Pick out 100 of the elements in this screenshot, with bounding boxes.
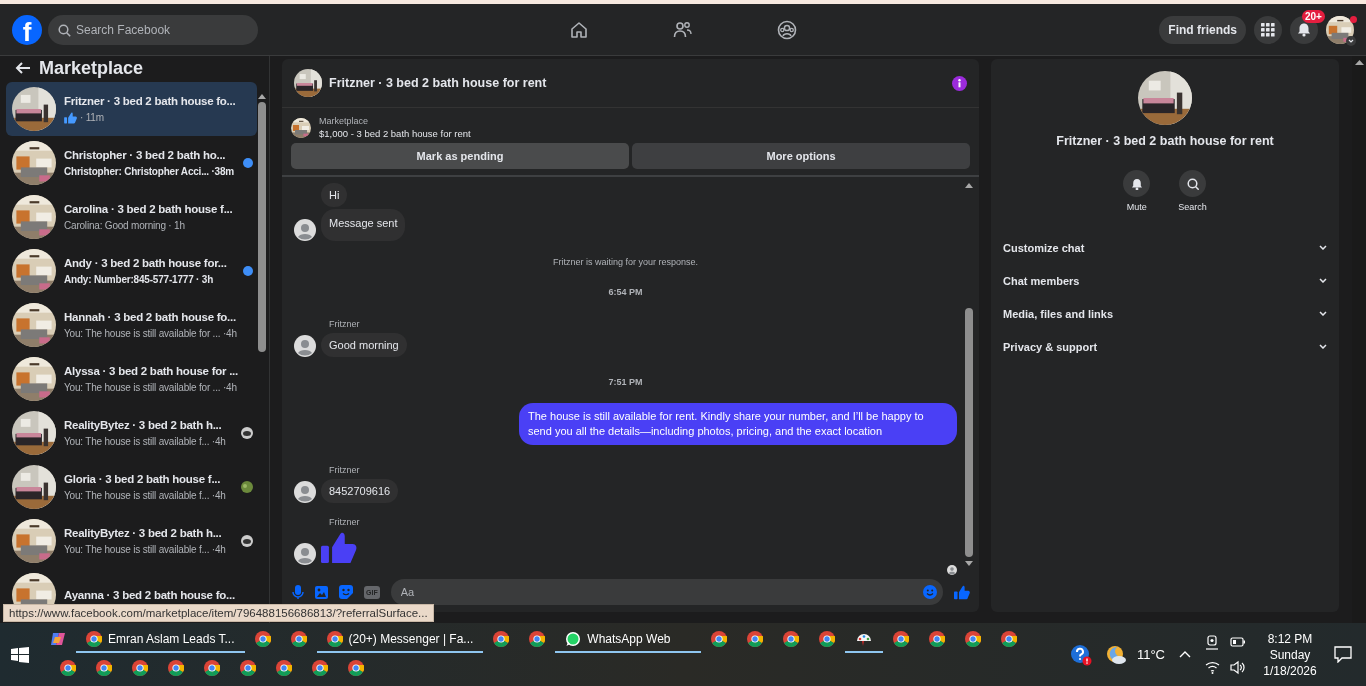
clock-day: Sunday — [1269, 646, 1311, 663]
scroll-up-icon[interactable] — [965, 183, 973, 188]
browser-icon — [747, 630, 764, 647]
conversation-item[interactable]: Gloria · 3 bed 2 bath house f... You: The house is still available f... ·4h — [6, 460, 257, 514]
menu-button[interactable] — [1254, 15, 1282, 44]
browser-icon — [893, 630, 910, 647]
conversation-name: Fritzner · 3 bed 2 bath house for rent — [1056, 134, 1274, 148]
camera-icon[interactable] — [1205, 634, 1219, 650]
waiting-notice: Fritzner is waiting for your response. — [551, 257, 700, 267]
conversation-title: Carolina · 3 bed 2 bath house f... — [64, 203, 234, 215]
section-toggle[interactable]: Chat members — [1003, 264, 1327, 297]
conversation-item[interactable]: Hannah · 3 bed 2 bath house fo... You: The house is still available for ... ·4h — [6, 298, 257, 352]
facebook-logo[interactable]: f — [12, 14, 42, 45]
conversation-item[interactable]: Fritzner · 3 bed 2 bath house fo... · 11m — [6, 82, 257, 136]
status-url: https://www.facebook.com/marketplace/item/796488156686813/?referralSurface... — [9, 607, 428, 619]
message-preview: You: The house is still available f... ·4h — [64, 436, 227, 447]
sender-name: Fritzner — [329, 517, 361, 527]
page-title: Marketplace — [39, 57, 144, 79]
browser-icon — [783, 630, 800, 647]
conversation-item[interactable]: RealityBytez · 3 bed 2 bath h... You: The house is still available f... ·4h — [6, 406, 257, 460]
help-icon[interactable] — [1069, 643, 1092, 666]
chevron-icon[interactable] — [1346, 35, 1356, 46]
seen-avatar-icon — [947, 565, 957, 575]
browser-icon — [1001, 630, 1018, 647]
conversation-item[interactable]: Andy · 3 bed 2 bath house for... Andy: Number:845-577-1777 · 3h — [6, 244, 257, 298]
message-preview: · 11m — [80, 112, 104, 123]
section-toggle[interactable]: Media, files and links — [1003, 297, 1327, 330]
scrollbar-thumb[interactable] — [258, 102, 266, 352]
conversation-title: RealityBytez · 3 bed 2 bath h... — [64, 527, 223, 539]
sticker-icon[interactable] — [339, 585, 353, 599]
chevron-up-icon[interactable] — [1179, 650, 1191, 659]
emoji-icon[interactable] — [923, 585, 937, 599]
find-friends-button[interactable]: Find friends — [1159, 15, 1246, 44]
mark-pending-button[interactable]: Mark as pending — [291, 143, 629, 169]
weather-icon[interactable] — [1105, 644, 1127, 665]
chevron-down-icon — [1319, 311, 1327, 316]
scroll-up-icon[interactable] — [258, 94, 266, 99]
conversation-item[interactable]: RealityBytez · 3 bed 2 bath h... You: The house is still available f... ·4h — [6, 514, 257, 568]
timestamp: 7:51 PM — [607, 377, 644, 387]
app-icon — [50, 630, 66, 647]
image-icon[interactable] — [315, 585, 328, 599]
browser-icon — [240, 660, 256, 677]
browser-icon — [290, 630, 307, 647]
listing-title: $1,000 - 3 bed 2 bath house for rent — [319, 128, 471, 139]
microphone-icon[interactable] — [292, 585, 304, 599]
taskbar-button[interactable]: WhatsApp Web — [555, 626, 702, 653]
browser-icon — [312, 660, 328, 677]
section-toggle[interactable]: Customize chat — [1003, 231, 1327, 264]
taskbar-button[interactable]: Emran Aslam Leads T... — [76, 626, 245, 653]
message-bubble: Hi — [321, 183, 348, 207]
conversation-item[interactable]: Carolina · 3 bed 2 bath house f... Carolina: Good morning · 1h — [6, 190, 257, 244]
section-toggle[interactable]: Privacy & support — [1003, 330, 1327, 363]
browser-icon — [276, 660, 292, 677]
sender-name: Fritzner — [329, 465, 361, 475]
message-bubble: The house is still available for rent. Kindly share your number, and I’ll be happy to send you all the details—including photos, pricing, and the exact location — [519, 403, 957, 445]
group-icon[interactable] — [777, 19, 797, 40]
browser-icon — [529, 630, 546, 647]
browser-icon — [929, 630, 946, 647]
grid-icon — [1261, 22, 1275, 37]
conversation-item[interactable]: Christopher · 3 bed 2 bath ho... Christopher: Christopher Acci... ·38m — [6, 136, 257, 190]
unread-dot — [243, 266, 253, 276]
more-options-button[interactable]: More options — [632, 143, 970, 169]
notification-badge: 20+ — [1302, 9, 1325, 23]
info-icon[interactable] — [952, 75, 967, 91]
home-icon[interactable] — [569, 19, 589, 40]
search-field[interactable]: Search Facebook — [48, 14, 258, 45]
clock[interactable]: 8:12 PM Sunday 1/18/2026 — [1260, 630, 1320, 679]
people-icon[interactable] — [673, 19, 693, 40]
message-preview: You: The house is still available f... ·4h — [64, 544, 227, 555]
clock-time: 8:12 PM — [1267, 630, 1313, 647]
like-icon — [64, 111, 78, 124]
browser-icon — [168, 660, 184, 677]
taskbar-button[interactable]: (20+) Messenger | Fa... — [316, 626, 484, 653]
message-bubble: Message sent — [321, 209, 406, 241]
message-preview: You: The house is still available for ... ·4h — [64, 328, 238, 339]
back-arrow-icon[interactable] — [14, 60, 31, 76]
conversation-item[interactable]: Alyssa · 3 bed 2 bath house for ... You: The house is still available for ... ·4h — [6, 352, 257, 406]
conversation-title: Christopher · 3 bed 2 bath ho... — [64, 149, 227, 161]
message-preview: You: The house is still available f... ·4h — [64, 490, 227, 501]
chat-icon — [565, 630, 582, 647]
volume-icon[interactable] — [1230, 659, 1245, 675]
message-preview: Andy: Number:845-577-1777 · 3h — [64, 274, 215, 285]
battery-icon[interactable] — [1230, 634, 1246, 649]
message-preview: You: The house is still available for ... ·4h — [64, 382, 238, 393]
notifications-icon[interactable] — [1334, 646, 1352, 663]
browser-icon — [819, 630, 836, 647]
browser-icon — [96, 660, 112, 677]
browser-icon — [204, 660, 220, 677]
message-field[interactable]: Aa — [390, 579, 943, 605]
scrollbar-thumb[interactable] — [965, 308, 973, 557]
wifi-icon[interactable] — [1205, 659, 1220, 674]
start-icon[interactable] — [11, 646, 29, 663]
bell-icon — [1130, 177, 1143, 190]
listing-source: Marketplace — [319, 116, 370, 126]
browser-icon — [86, 630, 102, 647]
browser-icon — [326, 630, 343, 647]
thumbs-up-icon[interactable] — [954, 584, 971, 600]
scroll-up-icon[interactable] — [1354, 60, 1364, 65]
browser-icon — [493, 630, 510, 647]
scroll-down-icon[interactable] — [965, 561, 973, 566]
